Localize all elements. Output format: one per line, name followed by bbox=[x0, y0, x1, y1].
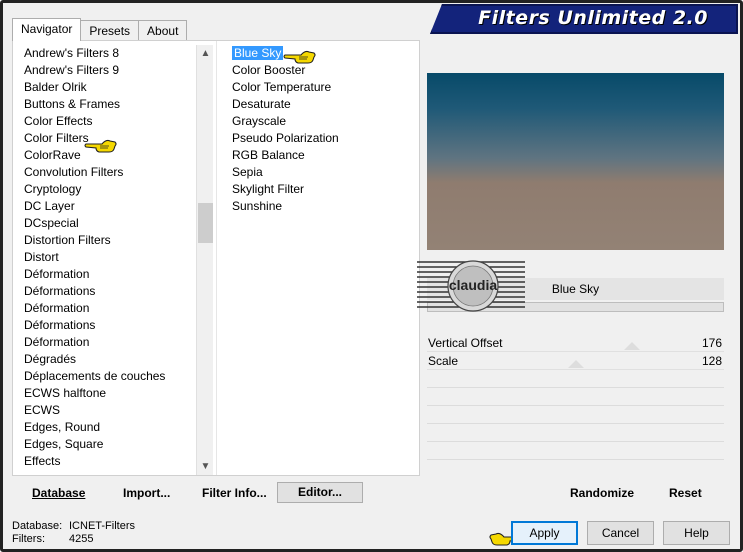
filter-item[interactable]: Pseudo Polarization bbox=[228, 130, 418, 147]
filter-item-label: RGB Balance bbox=[232, 148, 305, 162]
cancel-button[interactable]: Cancel bbox=[587, 521, 654, 545]
filter-item-label: Grayscale bbox=[232, 114, 287, 128]
tab-navigator[interactable]: Navigator bbox=[12, 18, 82, 41]
category-item[interactable]: Balder Olrik bbox=[12, 79, 196, 96]
filter-item[interactable]: Color Booster bbox=[228, 62, 418, 79]
preview-image bbox=[427, 73, 724, 250]
status-area: Database: ICNET-Filters Filters: 4255 bbox=[12, 520, 135, 546]
import-button[interactable]: Import... bbox=[123, 483, 170, 503]
tab-bar: Navigator Presets About bbox=[12, 18, 188, 41]
category-item[interactable]: Déformations bbox=[12, 317, 196, 334]
watermark-logo: claudia bbox=[417, 260, 525, 312]
database-label: Database: bbox=[12, 520, 63, 532]
category-item[interactable]: Effects bbox=[12, 453, 196, 470]
category-item[interactable]: ECWS bbox=[12, 402, 196, 419]
filter-item-label: Color Temperature bbox=[232, 80, 332, 94]
database-value: ICNET-Filters bbox=[69, 520, 135, 532]
category-item[interactable]: Andrew's Filters 9 bbox=[12, 62, 196, 79]
category-item[interactable]: Andrew's Filters 8 bbox=[12, 45, 196, 62]
filter-item-label: Skylight Filter bbox=[232, 182, 305, 196]
category-item[interactable]: Color Effects bbox=[12, 113, 196, 130]
param-row-empty bbox=[427, 406, 724, 424]
editor-button[interactable]: Editor... bbox=[277, 482, 363, 503]
filter-item[interactable]: Color Temperature bbox=[228, 79, 418, 96]
category-item[interactable]: Edges, Round bbox=[12, 419, 196, 436]
category-item[interactable]: Déformations bbox=[12, 283, 196, 300]
scroll-thumb[interactable] bbox=[198, 203, 213, 243]
category-item[interactable]: Déformation bbox=[12, 334, 196, 351]
filter-item-label: Pseudo Polarization bbox=[232, 131, 339, 145]
category-item[interactable]: Dégradés bbox=[12, 351, 196, 368]
slider-thumb[interactable] bbox=[568, 360, 584, 368]
category-item[interactable]: Déformation bbox=[12, 300, 196, 317]
param-row-empty bbox=[427, 424, 724, 442]
filter-item[interactable]: RGB Balance bbox=[228, 147, 418, 164]
category-item[interactable]: Buttons & Frames bbox=[12, 96, 196, 113]
filter-item[interactable]: Desaturate bbox=[228, 96, 418, 113]
category-item[interactable]: Distort bbox=[12, 249, 196, 266]
tab-about[interactable]: About bbox=[138, 20, 188, 41]
category-item[interactable]: Cryptology bbox=[12, 181, 196, 198]
category-item[interactable]: Edges, Square bbox=[12, 436, 196, 453]
param-label: Scale bbox=[428, 354, 459, 368]
param-label: Vertical Offset bbox=[428, 336, 503, 350]
list-divider bbox=[216, 41, 217, 475]
filter-item[interactable]: Grayscale bbox=[228, 113, 418, 130]
category-item[interactable]: DCspecial bbox=[12, 215, 196, 232]
category-item[interactable]: DC Layer bbox=[12, 198, 196, 215]
title-banner: Filters Unlimited 2.0 bbox=[430, 4, 738, 34]
database-button[interactable]: Database bbox=[32, 483, 85, 503]
slider-thumb[interactable] bbox=[624, 342, 640, 350]
category-item[interactable]: Déformation bbox=[12, 266, 196, 283]
filter-item[interactable]: Sunshine bbox=[228, 198, 418, 215]
filter-item[interactable]: Blue Sky bbox=[228, 45, 418, 62]
scroll-down-icon[interactable]: ▼ bbox=[197, 458, 214, 475]
param-value: 128 bbox=[701, 354, 722, 368]
watermark-text: claudia bbox=[449, 277, 497, 293]
param-row-empty bbox=[427, 370, 724, 388]
category-item[interactable]: Déplacements de couches bbox=[12, 368, 196, 385]
filter-item-label: Sepia bbox=[232, 165, 263, 179]
param-row-empty bbox=[427, 442, 724, 460]
param-value: 176 bbox=[701, 336, 722, 350]
filter-info-button[interactable]: Filter Info... bbox=[202, 483, 267, 503]
tab-presets[interactable]: Presets bbox=[80, 20, 140, 41]
window-title: Filters Unlimited 2.0 bbox=[478, 7, 708, 29]
reset-button[interactable]: Reset bbox=[669, 483, 702, 503]
filter-item-label: Desaturate bbox=[232, 97, 291, 111]
help-button[interactable]: Help bbox=[663, 521, 730, 545]
filters-label: Filters: bbox=[12, 533, 45, 545]
pointing-hand-icon bbox=[84, 139, 117, 153]
randomize-button[interactable]: Randomize bbox=[570, 483, 634, 503]
pointing-hand-icon bbox=[283, 50, 316, 64]
category-item[interactable]: ECWS halftone bbox=[12, 385, 196, 402]
scroll-up-icon[interactable]: ▲ bbox=[197, 45, 214, 62]
category-item[interactable]: Convolution Filters bbox=[12, 164, 196, 181]
category-scrollbar[interactable]: ▲ ▼ bbox=[196, 45, 213, 475]
filter-list[interactable]: Blue Sky Color Booster Color Temperature De… bbox=[228, 45, 418, 475]
filter-item-label: Blue Sky bbox=[232, 46, 284, 60]
filter-item[interactable]: Skylight Filter bbox=[228, 181, 418, 198]
param-row-empty bbox=[427, 388, 724, 406]
param-row-vertical-offset[interactable]: Vertical Offset 176 bbox=[427, 334, 724, 352]
filters-count: 4255 bbox=[69, 533, 94, 545]
category-item[interactable]: Distortion Filters bbox=[12, 232, 196, 249]
apply-button[interactable]: Apply bbox=[511, 521, 578, 545]
filter-item-label: Sunshine bbox=[232, 199, 283, 213]
filter-item[interactable]: Sepia bbox=[228, 164, 418, 181]
category-list[interactable]: Andrew's Filters 8 Andrew's Filters 9 Bald… bbox=[12, 45, 196, 475]
